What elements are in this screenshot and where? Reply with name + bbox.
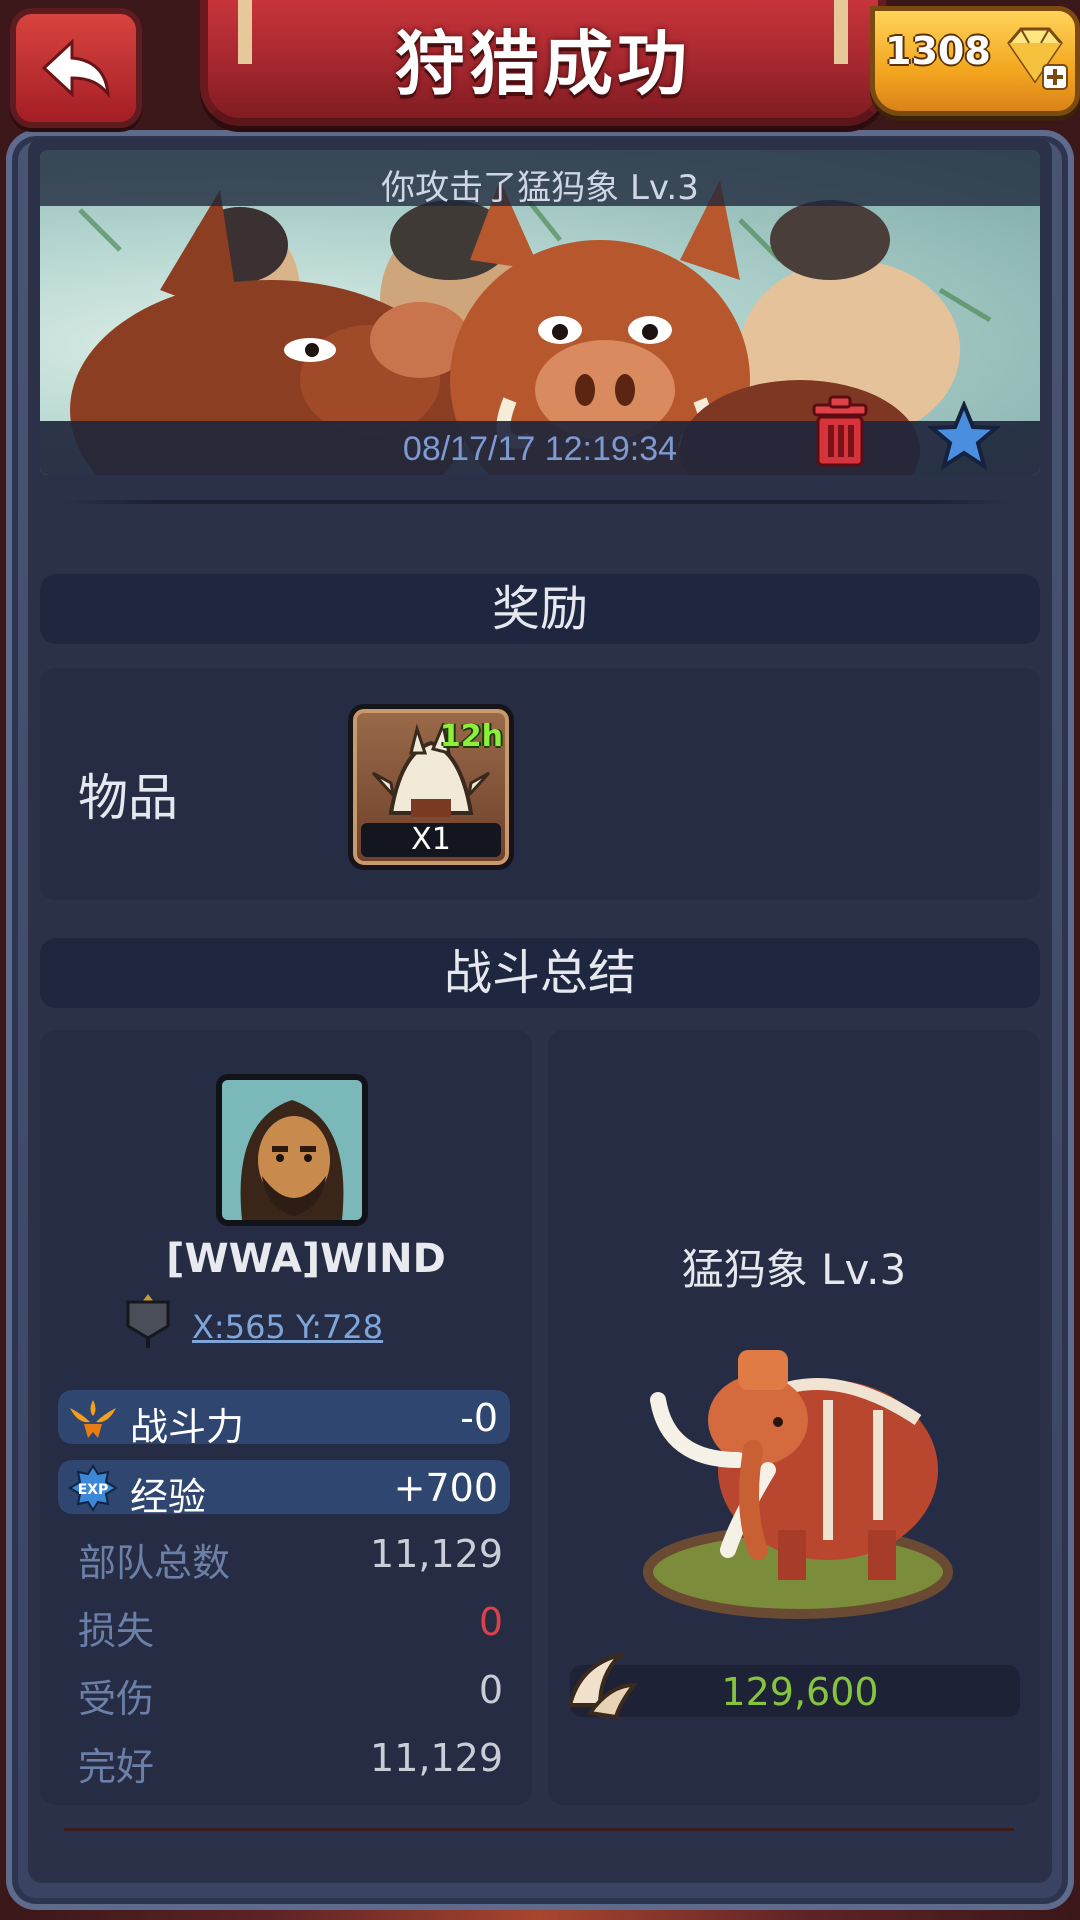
troops-total-value: 11,129 bbox=[370, 1532, 503, 1576]
player-name: [WWA]WIND bbox=[166, 1236, 446, 1282]
troops-total-label: 部队总数 bbox=[78, 1541, 231, 1585]
mammoth-illustration bbox=[628, 1340, 958, 1620]
caveman-portrait bbox=[222, 1080, 362, 1220]
wounded-label: 受伤 bbox=[78, 1677, 155, 1721]
delete-button[interactable] bbox=[808, 395, 872, 473]
report-datetime: 08/17/17 12:19:34 bbox=[402, 430, 678, 468]
divider bbox=[64, 500, 1014, 504]
phoenix-power-icon bbox=[68, 1394, 118, 1446]
intact-value: 11,129 bbox=[370, 1736, 503, 1780]
intact-label: 完好 bbox=[78, 1745, 155, 1789]
rewards-card bbox=[40, 668, 1040, 900]
alliance-flag-icon bbox=[124, 1292, 172, 1354]
favorite-button[interactable] bbox=[926, 399, 1002, 475]
report-caption: 你攻击了猛犸象 Lv.3 bbox=[381, 168, 699, 208]
title-banner: 狩猎成功 bbox=[200, 0, 886, 126]
troops-total-row: 部队总数 11,129 bbox=[78, 1532, 503, 1588]
gem-count: 1308 bbox=[885, 29, 991, 73]
power-label: 战斗力 bbox=[130, 1405, 245, 1449]
rewards-section-header: 奖励 bbox=[40, 574, 1040, 644]
svg-text:EXP: EXP bbox=[78, 1482, 109, 1498]
back-arrow-icon bbox=[41, 38, 110, 98]
exp-icon: EXP bbox=[68, 1464, 118, 1516]
exp-stat: EXP 经验 +700 bbox=[58, 1460, 510, 1519]
losses-label: 损失 bbox=[78, 1609, 155, 1653]
player-avatar[interactable] bbox=[216, 1074, 368, 1226]
item-quantity: X1 bbox=[411, 822, 451, 857]
star-icon bbox=[926, 399, 1002, 471]
item-timer-badge: 12h bbox=[439, 719, 503, 754]
battle-scene-image: 你攻击了猛犸象 Lv.3 08/17/17 12:19:34 bbox=[40, 150, 1040, 475]
losses-value: 0 bbox=[478, 1600, 503, 1644]
losses-row: 损失 0 bbox=[78, 1600, 503, 1656]
power-stat: 战斗力 -0 bbox=[58, 1390, 510, 1449]
intact-row: 完好 11,129 bbox=[78, 1736, 503, 1792]
resource-value: 129,600 bbox=[721, 1670, 879, 1714]
wounded-row: 受伤 0 bbox=[78, 1668, 503, 1724]
player-coordinates-link[interactable]: X:565 Y:728 bbox=[192, 1308, 383, 1346]
bottom-divider bbox=[64, 1828, 1014, 1831]
gem-plus-icon bbox=[1007, 27, 1068, 90]
power-value: -0 bbox=[460, 1396, 498, 1440]
gem-counter[interactable]: 1308 bbox=[870, 6, 1080, 116]
wounded-value: 0 bbox=[478, 1668, 503, 1712]
reward-item-tile[interactable]: 12h X1 bbox=[348, 704, 514, 870]
summary-section-header: 战斗总结 bbox=[40, 938, 1040, 1008]
exp-label: 经验 bbox=[130, 1475, 207, 1519]
items-label: 物品 bbox=[78, 769, 178, 827]
monster-name: 猛犸象 Lv.3 bbox=[681, 1245, 907, 1294]
page-title: 狩猎成功 bbox=[395, 23, 691, 105]
back-button[interactable] bbox=[10, 8, 142, 128]
trash-icon bbox=[812, 395, 868, 467]
exp-value: +700 bbox=[393, 1466, 498, 1510]
